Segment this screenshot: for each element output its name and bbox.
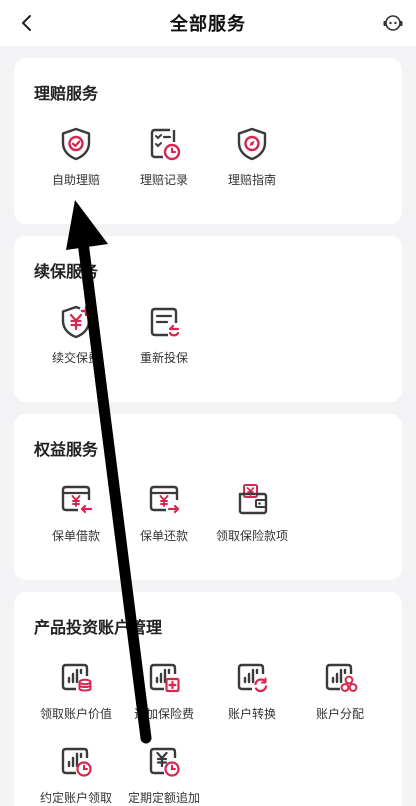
service-item-regular-addition[interactable]: 定期定额追加: [120, 744, 208, 806]
document-refresh-icon: [150, 307, 180, 337]
chart-coins-icon: [61, 663, 92, 692]
service-item-label: 重新投保: [139, 351, 188, 365]
chart-switch-icon: [237, 663, 268, 693]
chart-distribute-icon: [325, 663, 358, 692]
service-item-label: 保单借款: [51, 529, 100, 543]
yuan-clock-icon: [149, 747, 180, 777]
section-card-claims: 理赔服务 自助理赔 理赔记录 理赔指南: [14, 58, 402, 224]
service-item-label: 追加保险费: [133, 707, 194, 721]
top-nav-bar: 全部服务: [0, 0, 416, 46]
back-button[interactable]: [14, 10, 40, 36]
section-card-renewal: 续保服务 续交保费 重新投保: [14, 236, 402, 402]
card-yuan-arrow-in-icon: [61, 485, 93, 514]
service-item-account-switch[interactable]: 账户转换: [208, 660, 296, 736]
service-item-collect-payment[interactable]: 领取保险款项: [208, 482, 296, 558]
headset-robot-icon: [383, 15, 403, 31]
service-item-label: 保单还款: [139, 529, 188, 543]
service-item-account-allocation[interactable]: 账户分配: [296, 660, 384, 736]
service-item-add-premium[interactable]: 追加保险费: [120, 660, 208, 736]
wallet-yuan-icon: [238, 484, 268, 515]
service-item-label: 续交保费: [51, 351, 100, 365]
service-item-scheduled-collection[interactable]: 约定账户领取: [32, 744, 120, 806]
section-title: 权益服务: [34, 440, 99, 459]
chevron-left-icon: [22, 15, 31, 31]
shield-compass-icon: [237, 127, 267, 161]
section-card-investment-account: 产品投资账户管理 领取账户价值 追加保险费 账户转换 账户分配 约定账户领取 定…: [14, 592, 402, 806]
section-title: 续保服务: [34, 262, 99, 281]
service-item-label: 自助理赔: [51, 173, 100, 187]
page-title: 全部服务: [170, 14, 246, 35]
section-title: 理赔服务: [34, 84, 99, 103]
chart-add-icon: [149, 663, 180, 693]
shield-check-icon: [61, 127, 91, 161]
shield-yuan-plus-icon: [61, 305, 92, 339]
chart-clock-icon: [61, 747, 92, 777]
service-item-label: 理赔指南: [227, 173, 276, 187]
service-item-label: 账户分配: [315, 707, 364, 721]
service-item-label: 定期定额追加: [127, 791, 200, 805]
service-item-renew-premium[interactable]: 续交保费: [32, 304, 120, 380]
service-item-reinsure[interactable]: 重新投保: [120, 304, 208, 380]
service-item-policy-repay[interactable]: 保单还款: [120, 482, 208, 558]
service-item-label: 约定账户领取: [39, 791, 112, 805]
service-item-policy-loan[interactable]: 保单借款: [32, 482, 120, 558]
service-item-label: 领取账户价值: [39, 707, 112, 721]
card-yuan-arrow-out-icon: [149, 485, 180, 514]
service-item-self-claim[interactable]: 自助理赔: [32, 126, 120, 202]
customer-service-button[interactable]: [380, 10, 406, 36]
checklist-clock-icon: [150, 128, 181, 161]
service-item-claim-guide[interactable]: 理赔指南: [208, 126, 296, 202]
service-item-label: 领取保险款项: [215, 529, 288, 543]
service-item-collect-account-value[interactable]: 领取账户价值: [32, 660, 120, 736]
service-item-label: 账户转换: [227, 707, 276, 721]
section-title: 产品投资账户管理: [34, 618, 163, 637]
service-item-label: 理赔记录: [139, 173, 188, 187]
section-card-benefits: 权益服务 保单借款 保单还款 领取保险款项: [14, 414, 402, 580]
service-item-claim-records[interactable]: 理赔记录: [120, 126, 208, 202]
